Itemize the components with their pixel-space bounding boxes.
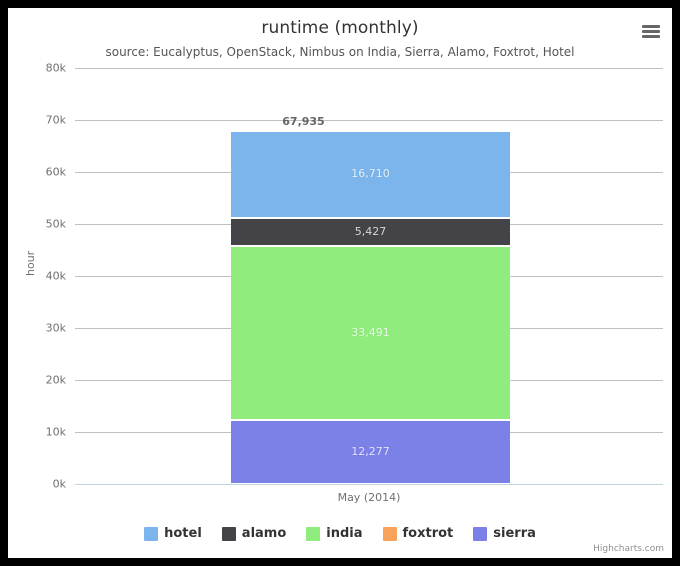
legend-swatch-foxtrot xyxy=(382,526,397,541)
y-axis-tick-label: 0k xyxy=(52,477,66,491)
legend-item-foxtrot[interactable]: foxtrot xyxy=(382,526,454,541)
y-axis-tick-label: 60k xyxy=(45,165,66,179)
hamburger-bar-1 xyxy=(642,25,660,28)
gridline xyxy=(75,484,663,485)
legend-item-sierra[interactable]: sierra xyxy=(473,526,536,541)
chart-title: runtime (monthly) xyxy=(261,18,419,38)
legend-label-hotel: hotel xyxy=(164,526,202,541)
plot-area: 0k10k20k30k40k50k60k70k80k 12,2773633,49… xyxy=(46,62,663,491)
legend-item-alamo[interactable]: alamo xyxy=(221,526,287,541)
y-axis-tick-label: 40k xyxy=(45,269,66,283)
chart-subtitle: source: Eucalyptus, OpenStack, Nimbus on… xyxy=(105,45,575,59)
bar-segment-label-hotel: 16,710 xyxy=(351,167,390,181)
y-axis-tick-label: 80k xyxy=(45,61,66,75)
bar-segment-hotel[interactable]: 16,710 xyxy=(231,130,510,218)
legend-label-india: india xyxy=(326,526,363,541)
y-axis-tick-label: 70k xyxy=(45,113,66,127)
credits-watermark[interactable]: Highcharts.com xyxy=(593,544,664,554)
bar-segment-label-sierra: 12,277 xyxy=(351,445,390,459)
legend-item-india[interactable]: india xyxy=(306,526,363,541)
legend-item-hotel[interactable]: hotel xyxy=(144,526,202,541)
legend-swatch-sierra xyxy=(473,526,488,541)
bar-segment-label-india: 33,491 xyxy=(351,325,390,339)
legend-label-sierra: sierra xyxy=(493,526,536,541)
hamburger-bar-2 xyxy=(642,30,660,33)
hamburger-menu-icon[interactable] xyxy=(639,21,663,43)
legend-swatch-hotel xyxy=(144,526,159,541)
legend-swatch-india xyxy=(306,526,321,541)
y-axis-title: hour xyxy=(24,250,37,276)
stacked-bar-column[interactable]: 12,2773633,4915,42716,710 xyxy=(231,68,510,484)
bar-segment-label-alamo: 5,427 xyxy=(354,224,387,238)
legend-label-foxtrot: foxtrot xyxy=(402,526,454,541)
bar-segment-india[interactable]: 33,491 xyxy=(231,245,510,420)
stack-total-label: 67,935 xyxy=(282,114,325,128)
y-axis-tick-label: 10k xyxy=(45,425,66,439)
x-axis-category-label: May (2014) xyxy=(337,491,401,504)
y-axis-tick-label: 30k xyxy=(45,321,66,335)
y-axis-tick-label: 20k xyxy=(45,373,66,387)
bar-segment-sierra[interactable]: 12,277 xyxy=(231,420,510,484)
bar-segment-alamo[interactable]: 5,427 xyxy=(231,217,510,246)
legend-label-alamo: alamo xyxy=(241,526,287,541)
chart-legend: hotel alamo india foxtrot sierra xyxy=(8,526,672,541)
hamburger-bar-3 xyxy=(642,35,660,38)
y-axis-tick-label: 50k xyxy=(45,217,66,231)
chart-container: runtime (monthly) source: Eucalyptus, Op… xyxy=(8,8,672,558)
legend-swatch-alamo xyxy=(221,526,236,541)
